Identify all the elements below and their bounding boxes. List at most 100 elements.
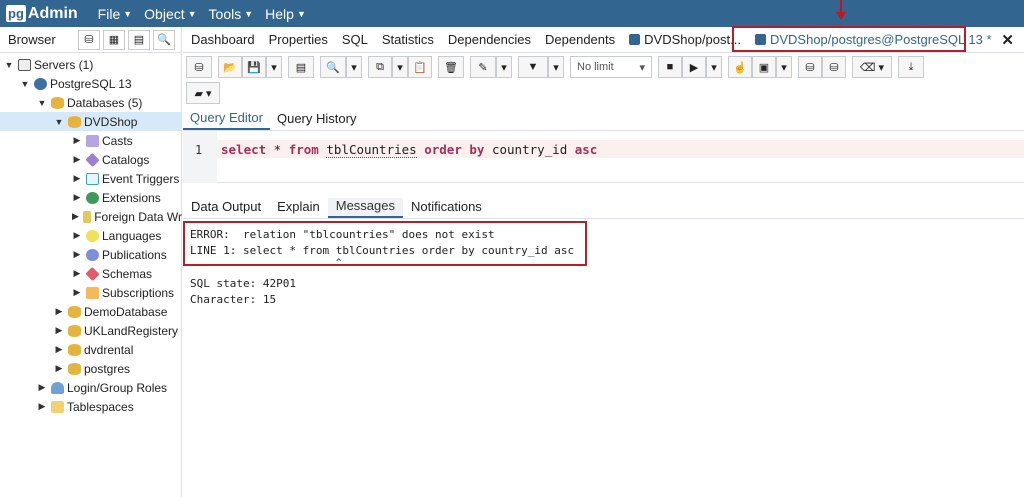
tree-item-label: Languages [102, 228, 162, 243]
subscription-icon [86, 286, 99, 299]
tree-item-login-group-roles[interactable]: ▶ Login/Group Roles [0, 378, 182, 397]
close-icon[interactable]: ✕ [1001, 31, 1014, 49]
sql-editor[interactable]: 1 select * from tblCountries order by co… [183, 131, 1024, 183]
tree-item-dvdshop[interactable]: ▼ DVDShop [0, 112, 182, 131]
tree-item-postgres[interactable]: ▶ postgres [0, 359, 182, 378]
edit-icon[interactable]: ✎ [470, 56, 496, 78]
menu-file[interactable]: File ▼ [98, 6, 132, 22]
view-data-icon[interactable]: ▦ [103, 29, 125, 50]
tree-item-label: Subscriptions [102, 285, 175, 300]
chevron-down-icon[interactable]: ▾ [266, 56, 282, 78]
commit-icon[interactable]: ⛁ [798, 56, 822, 78]
chevron-right-icon[interactable]: ▶ [54, 306, 64, 317]
chevron-right-icon[interactable]: ▶ [72, 287, 82, 298]
chevron-down-icon: ▼ [244, 8, 254, 19]
chevron-right-icon[interactable]: ▶ [72, 135, 82, 146]
download-icon[interactable]: ⤓ [898, 56, 924, 78]
tab-query-history[interactable]: Query History [270, 111, 363, 130]
chevron-down-icon[interactable]: ▾ [346, 56, 362, 78]
database-icon[interactable]: ⛁ [186, 56, 212, 78]
execute-icon[interactable]: ▶ [682, 56, 706, 78]
tree-item-languages[interactable]: ▶ Languages [0, 226, 182, 245]
chevron-right-icon[interactable]: ▶ [72, 230, 82, 241]
menu-tools[interactable]: Tools ▼ [209, 6, 254, 22]
tab-dashboard[interactable]: Dashboard [191, 32, 255, 47]
menu-help[interactable]: Help ▼ [265, 6, 306, 22]
open-file-icon[interactable]: 📂 [218, 56, 242, 78]
database-icon [51, 96, 64, 109]
menu-object[interactable]: Object ▼ [144, 6, 196, 22]
chevron-right-icon[interactable]: ▶ [72, 154, 82, 165]
tab-dvdshop-query-1[interactable]: DVDShop/post... [629, 32, 741, 47]
search-icon[interactable]: 🔍 [153, 29, 175, 50]
tree-item-servers[interactable]: ▼ Servers (1) [0, 55, 182, 74]
tab-data-output[interactable]: Data Output [183, 199, 269, 218]
find-icon[interactable]: 🔍 [320, 56, 346, 78]
tree-item-catalogs[interactable]: ▶ Catalogs [0, 150, 182, 169]
chevron-right-icon[interactable]: ▶ [37, 401, 47, 412]
chevron-down-icon[interactable]: ▾ [392, 56, 408, 78]
explain-icon[interactable]: ☝ [728, 56, 752, 78]
chevron-down-icon[interactable]: ▾ [706, 56, 722, 78]
tree-item-foreign-data-wrappers[interactable]: ▶ Foreign Data Wr [0, 207, 182, 226]
catalog-icon [85, 152, 100, 167]
tree-item-casts[interactable]: ▶ Casts [0, 131, 182, 150]
chevron-down-icon[interactable]: ▼ [54, 117, 64, 127]
chevron-down-icon[interactable]: ▾ [496, 56, 512, 78]
stop-icon[interactable]: ■ [658, 56, 682, 78]
tree-item-demodatabase[interactable]: ▶ DemoDatabase [0, 302, 182, 321]
row-limit-select[interactable]: No limit ▾ [570, 56, 652, 78]
tree-item-postgresql-13[interactable]: ▼ PostgreSQL 13 [0, 74, 182, 93]
tab-notifications[interactable]: Notifications [403, 199, 490, 218]
chevron-right-icon[interactable]: ▶ [72, 268, 82, 279]
delete-icon[interactable]: 🗑 [438, 56, 464, 78]
clear-icon[interactable]: ⌫ ▾ [852, 56, 892, 78]
copy-icon[interactable]: ⧉ [368, 56, 392, 78]
chevron-down-icon[interactable]: ▼ [37, 98, 47, 108]
tree-item-databases[interactable]: ▼ Databases (5) [0, 93, 182, 112]
tab-label: DVDShop/post... [644, 32, 741, 47]
explain-analyze-icon[interactable]: ▣ [752, 56, 776, 78]
tree-item-uklandregistery[interactable]: ▶ UKLandRegistery [0, 321, 182, 340]
tree-item-extensions[interactable]: ▶ Extensions [0, 188, 182, 207]
tab-dependents[interactable]: Dependents [545, 32, 615, 47]
event-trigger-icon [86, 172, 99, 185]
tree-item-event-triggers[interactable]: ▶ Event Triggers [0, 169, 182, 188]
chevron-right-icon[interactable]: ▶ [37, 382, 47, 393]
table-view-icon[interactable]: ▤ [288, 56, 314, 78]
chevron-right-icon[interactable]: ▶ [72, 249, 82, 260]
tab-messages[interactable]: Messages [327, 198, 403, 218]
chevron-down-icon[interactable]: ▾ [776, 56, 792, 78]
tree-item-publications[interactable]: ▶ Publications [0, 245, 182, 264]
chevron-right-icon[interactable]: ▶ [54, 363, 64, 374]
tab-explain[interactable]: Explain [269, 199, 328, 218]
chevron-down-icon[interactable]: ▾ [548, 56, 564, 78]
tab-dependencies[interactable]: Dependencies [448, 32, 531, 47]
chevron-right-icon[interactable]: ▶ [72, 211, 79, 222]
tree-item-dvdrental[interactable]: ▶ dvdrental [0, 340, 182, 359]
tab-query-editor[interactable]: Query Editor [183, 110, 270, 130]
filtered-rows-icon[interactable]: ▤ [128, 29, 150, 50]
tab-properties[interactable]: Properties [269, 32, 328, 47]
error-character: Character: 15 [190, 293, 277, 306]
tree-item-schemas[interactable]: ▶ Schemas [0, 264, 182, 283]
tree-item-label: Tablespaces [67, 399, 134, 414]
query-tool-icon[interactable]: ⛁ [78, 29, 100, 50]
chevron-right-icon[interactable]: ▶ [54, 325, 64, 336]
chevron-right-icon[interactable]: ▶ [72, 192, 82, 203]
query-tool-icon [629, 34, 641, 45]
tab-sql[interactable]: SQL [342, 32, 368, 47]
chevron-right-icon[interactable]: ▶ [72, 173, 82, 184]
macros-icon[interactable]: ▰ ▾ [186, 82, 220, 104]
tree-item-label: Foreign Data Wr [94, 209, 182, 224]
filter-icon[interactable]: ▼ [518, 56, 548, 78]
chevron-down-icon[interactable]: ▼ [4, 60, 14, 70]
chevron-down-icon[interactable]: ▼ [20, 79, 30, 89]
tree-item-subscriptions[interactable]: ▶ Subscriptions [0, 283, 182, 302]
paste-icon[interactable]: 📋 [408, 56, 432, 78]
tab-statistics[interactable]: Statistics [382, 32, 434, 47]
rollback-icon[interactable]: ⛁ [822, 56, 846, 78]
chevron-right-icon[interactable]: ▶ [54, 344, 64, 355]
save-icon[interactable]: 💾 [242, 56, 266, 78]
tree-item-tablespaces[interactable]: ▶ Tablespaces [0, 397, 182, 416]
